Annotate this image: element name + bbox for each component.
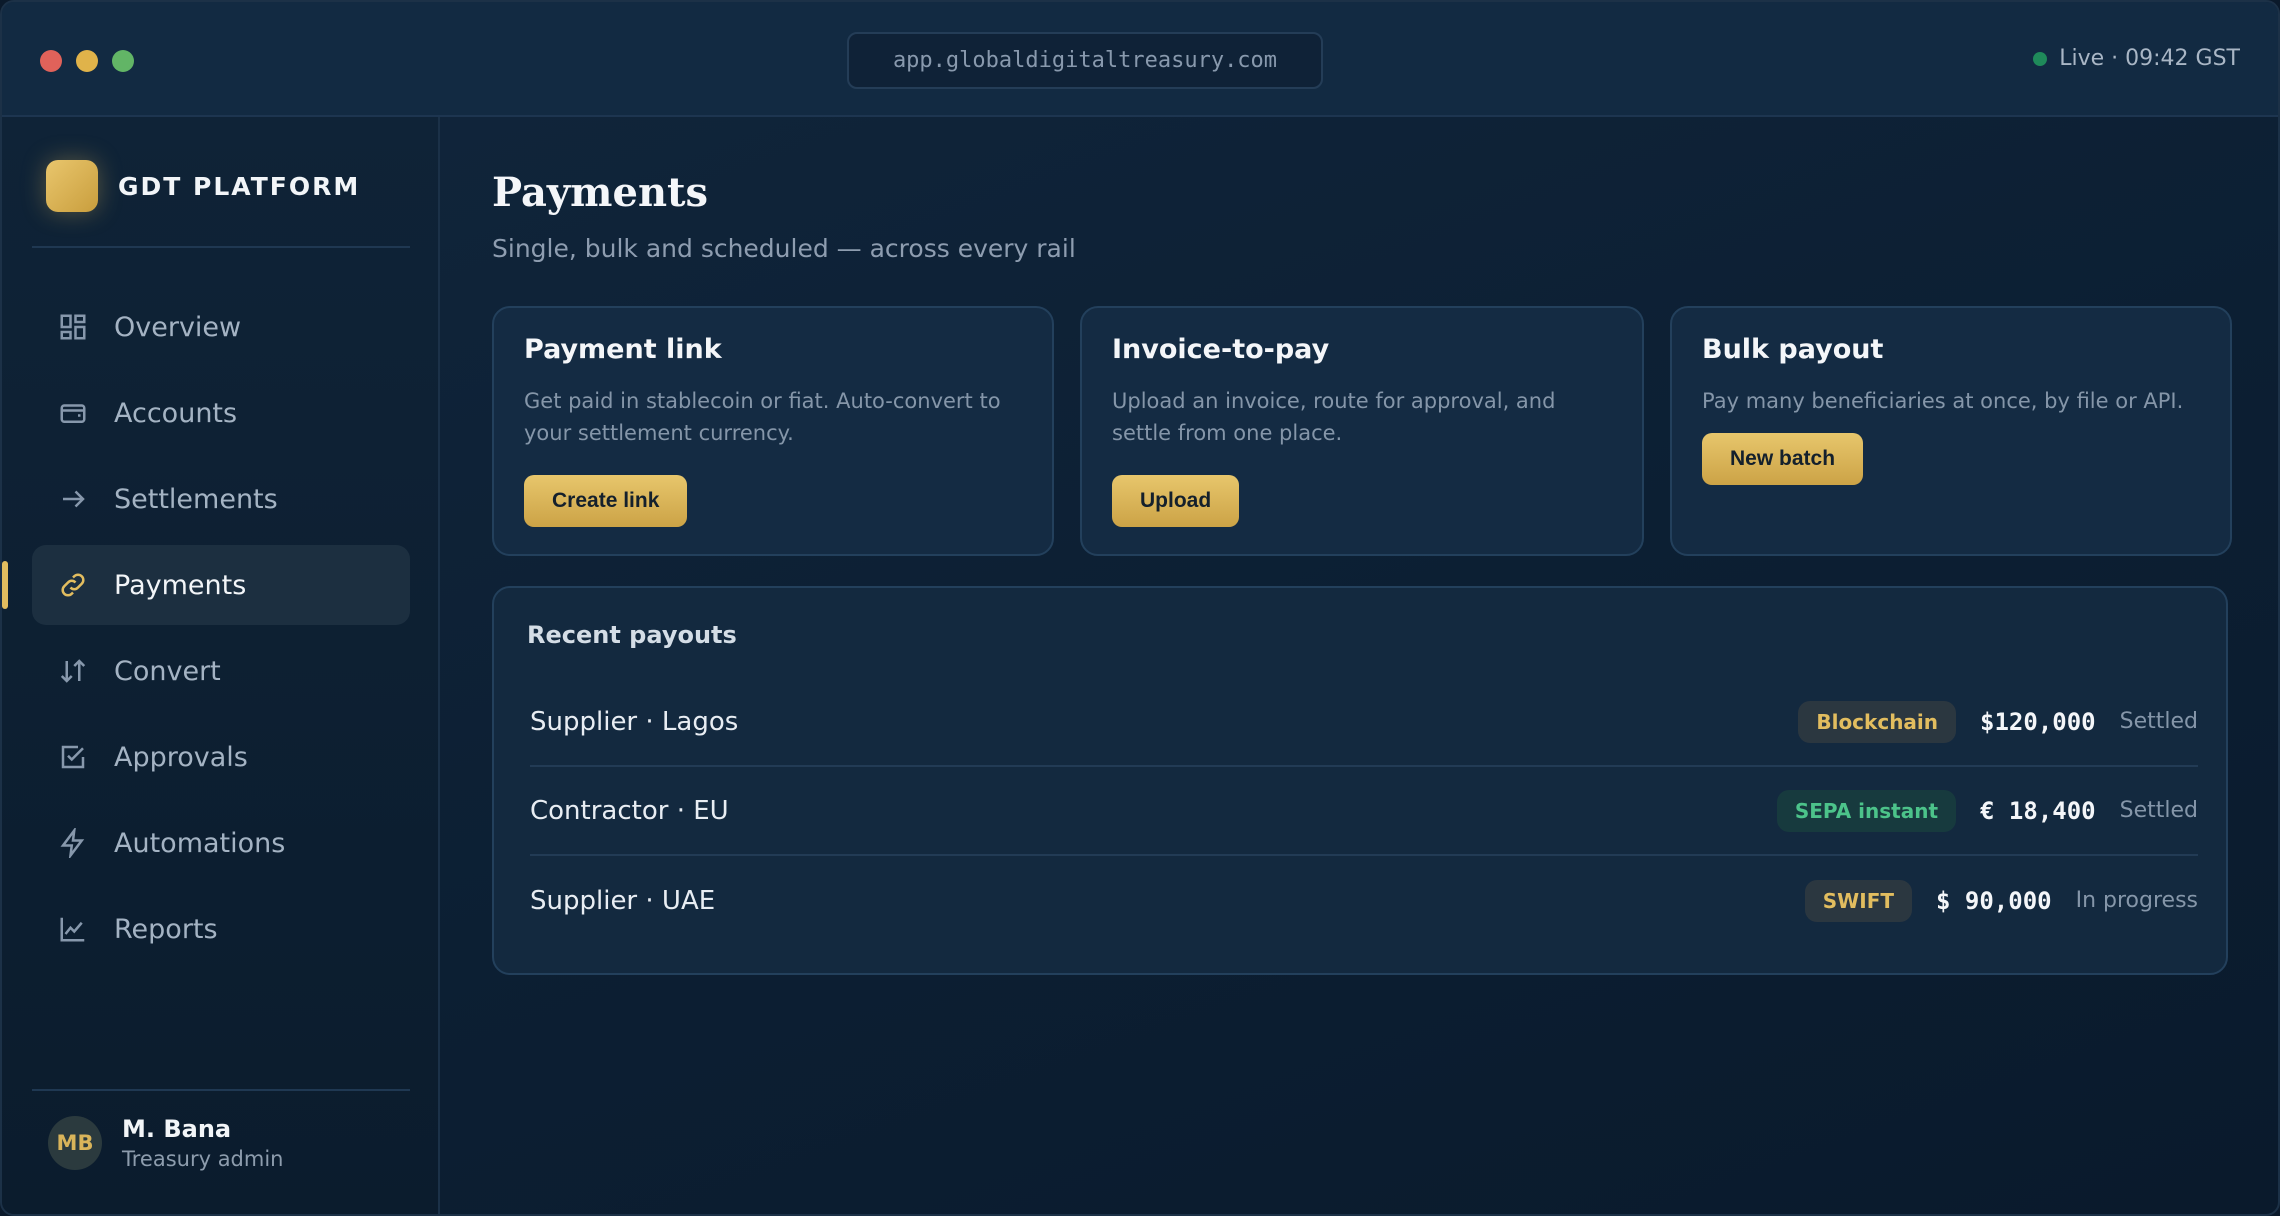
sidebar: GDT PLATFORM Overview Accounts Settlemen… (2, 117, 440, 1214)
sidebar-item-accounts[interactable]: Accounts (32, 373, 410, 453)
sidebar-item-approvals[interactable]: Approvals (32, 717, 410, 797)
grid-icon (60, 314, 86, 340)
card-title: Invoice-to-pay (1112, 334, 1330, 365)
new-batch-button[interactable]: New batch (1702, 433, 1864, 485)
checkbox-icon (61, 745, 85, 769)
line-chart-icon (60, 917, 85, 942)
payout-row[interactable]: Contractor · EU SEPA instant € 18,400 Se… (530, 767, 2198, 856)
url-bar[interactable]: app.globaldigitaltreasury.com (847, 32, 1323, 89)
sidebar-nav: Overview Accounts Settlements Payments C… (2, 287, 410, 975)
sidebar-item-payments[interactable]: Payments (2, 545, 410, 625)
close-window-button[interactable] (40, 50, 62, 72)
brand-name: GDT PLATFORM (118, 171, 361, 201)
payout-row[interactable]: Supplier · UAE SWIFT $ 90,000 In progres… (530, 856, 2198, 945)
sidebar-item-automations[interactable]: Automations (32, 803, 410, 883)
payout-amount: $ 90,000 (1936, 886, 2052, 915)
upload-button[interactable]: Upload (1112, 475, 1240, 527)
user-profile[interactable]: MB M. Bana Treasury admin (48, 1115, 284, 1171)
sidebar-item-label: Convert (114, 655, 221, 687)
rail-badge: SWIFT (1804, 879, 1912, 922)
brand-logo (46, 160, 98, 212)
payment-link-card: Payment link Get paid in stablecoin or f… (492, 306, 1054, 556)
card-description: Get paid in stablecoin or fiat. Auto-con… (524, 389, 1001, 445)
payout-row[interactable]: Supplier · Lagos Blockchain $120,000 Set… (530, 678, 2198, 767)
minimize-window-button[interactable] (76, 50, 98, 72)
payout-amount: $120,000 (1980, 707, 2096, 736)
card-title: Payment link (524, 334, 722, 365)
payout-status: Settled (2119, 798, 2198, 823)
lightning-icon (60, 828, 85, 858)
sidebar-item-label: Automations (114, 827, 286, 859)
link-icon (61, 573, 85, 597)
brand[interactable]: GDT PLATFORM (46, 160, 360, 212)
action-cards: Payment link Get paid in stablecoin or f… (492, 306, 2232, 556)
sidebar-divider (32, 1089, 410, 1091)
active-indicator (2, 561, 8, 609)
bulk-payout-card: Bulk payout Pay many beneficiaries at on… (1670, 306, 2232, 556)
title-bar: app.globaldigitaltreasury.com Live · 09:… (2, 2, 2278, 117)
sidebar-item-convert[interactable]: Convert (32, 631, 410, 711)
page-subtitle: Single, bulk and scheduled — across ever… (492, 234, 1076, 263)
rail-badge: SEPA instant (1776, 789, 1957, 832)
window-controls (40, 50, 134, 72)
card-description: Upload an invoice, route for approval, a… (1112, 389, 1556, 445)
payee-name: Supplier · UAE (530, 885, 716, 916)
app-window: app.globaldigitaltreasury.com Live · 09:… (0, 0, 2280, 1216)
sidebar-item-label: Accounts (114, 397, 238, 429)
sidebar-item-label: Settlements (114, 483, 278, 515)
sidebar-item-label: Approvals (114, 741, 248, 773)
recent-payouts-panel: Recent payouts Supplier · Lagos Blockcha… (492, 586, 2228, 975)
payee-name: Contractor · EU (530, 795, 729, 826)
payout-status: Settled (2119, 709, 2198, 734)
live-status-text: Live · 09:42 GST (2059, 46, 2240, 71)
arrow-right-icon (63, 490, 85, 508)
sidebar-item-reports[interactable]: Reports (32, 889, 410, 969)
wallet-icon (60, 404, 86, 423)
payout-list: Supplier · Lagos Blockchain $120,000 Set… (530, 678, 2198, 945)
live-indicator-icon (2033, 51, 2048, 66)
page-title: Payments (492, 169, 709, 216)
payee-name: Supplier · Lagos (530, 706, 739, 737)
live-status: Live · 09:42 GST (2033, 46, 2240, 71)
sidebar-divider (32, 246, 410, 248)
sidebar-item-overview[interactable]: Overview (32, 287, 410, 367)
maximize-window-button[interactable] (112, 50, 134, 72)
create-link-button[interactable]: Create link (524, 475, 688, 527)
sidebar-item-settlements[interactable]: Settlements (32, 459, 410, 539)
payout-amount: € 18,400 (1980, 796, 2096, 825)
user-role: Treasury admin (122, 1147, 284, 1171)
sidebar-item-label: Reports (114, 913, 218, 945)
card-description: Pay many beneficiaries at once, by file … (1702, 389, 2184, 413)
invoice-to-pay-card: Invoice-to-pay Upload an invoice, route … (1080, 306, 1644, 556)
avatar: MB (48, 1116, 102, 1170)
sidebar-item-label: Payments (114, 569, 247, 601)
rail-badge: Blockchain (1798, 700, 1957, 743)
sidebar-item-label: Overview (114, 311, 242, 343)
payout-status: In progress (2075, 888, 2198, 913)
card-title: Bulk payout (1702, 334, 1884, 365)
user-name: M. Bana (122, 1115, 232, 1143)
swap-arrows-icon (60, 659, 86, 683)
section-title: Recent payouts (527, 621, 737, 649)
